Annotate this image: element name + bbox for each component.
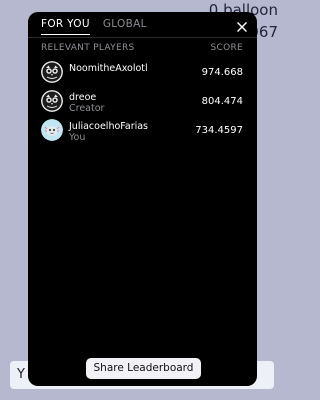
score-column-header: SCORE — [210, 43, 243, 53]
share-leaderboard-button[interactable]: Share Leaderboard — [86, 358, 201, 379]
axolotl-avatar-icon — [41, 119, 63, 141]
player-subtitle: Creator — [69, 103, 105, 114]
player-score: 804.474 — [201, 96, 243, 107]
player-name-block: dreoe Creator — [69, 92, 104, 114]
player-score: 734.4597 — [195, 125, 243, 136]
leaderboard-modal: FOR YOU GLOBAL RELEVANT PLAYERS SCORE No… — [28, 12, 257, 386]
player-row[interactable]: JuliacoelhoFarias You 734.4597 — [41, 118, 243, 143]
leaderboard-tabs: FOR YOU GLOBAL — [41, 18, 147, 35]
player-row[interactable]: dreoe Creator 804.474 — [41, 89, 243, 114]
player-row[interactable]: NoomitheAxolotl 974.668 — [41, 60, 243, 85]
tab-for-you[interactable]: FOR YOU — [41, 18, 90, 35]
owl-avatar-icon — [41, 90, 63, 112]
player-name: dreoe — [69, 92, 97, 103]
player-subtitle: You — [69, 132, 86, 143]
tab-global[interactable]: GLOBAL — [103, 18, 147, 35]
close-icon[interactable] — [236, 18, 248, 32]
player-name: JuliacoelhoFarias — [69, 121, 149, 132]
list-header: RELEVANT PLAYERS SCORE — [41, 43, 243, 53]
tabs-divider — [28, 37, 257, 38]
player-name: NoomitheAxolotl — [69, 63, 148, 74]
players-list: NoomitheAxolotl 974.668 dreoe Creator 80… — [41, 60, 243, 147]
player-name-block: NoomitheAxolotl — [69, 63, 148, 74]
owl-avatar-icon — [41, 61, 63, 83]
background-bottom-label: Y — [17, 367, 25, 382]
player-name-block: JuliacoelhoFarias You — [69, 121, 148, 143]
players-column-header: RELEVANT PLAYERS — [41, 43, 135, 53]
game-screen: 0 balloon 967 Y FOR YOU GLOBAL RELEVANT … — [0, 0, 286, 400]
player-score: 974.668 — [201, 67, 243, 78]
